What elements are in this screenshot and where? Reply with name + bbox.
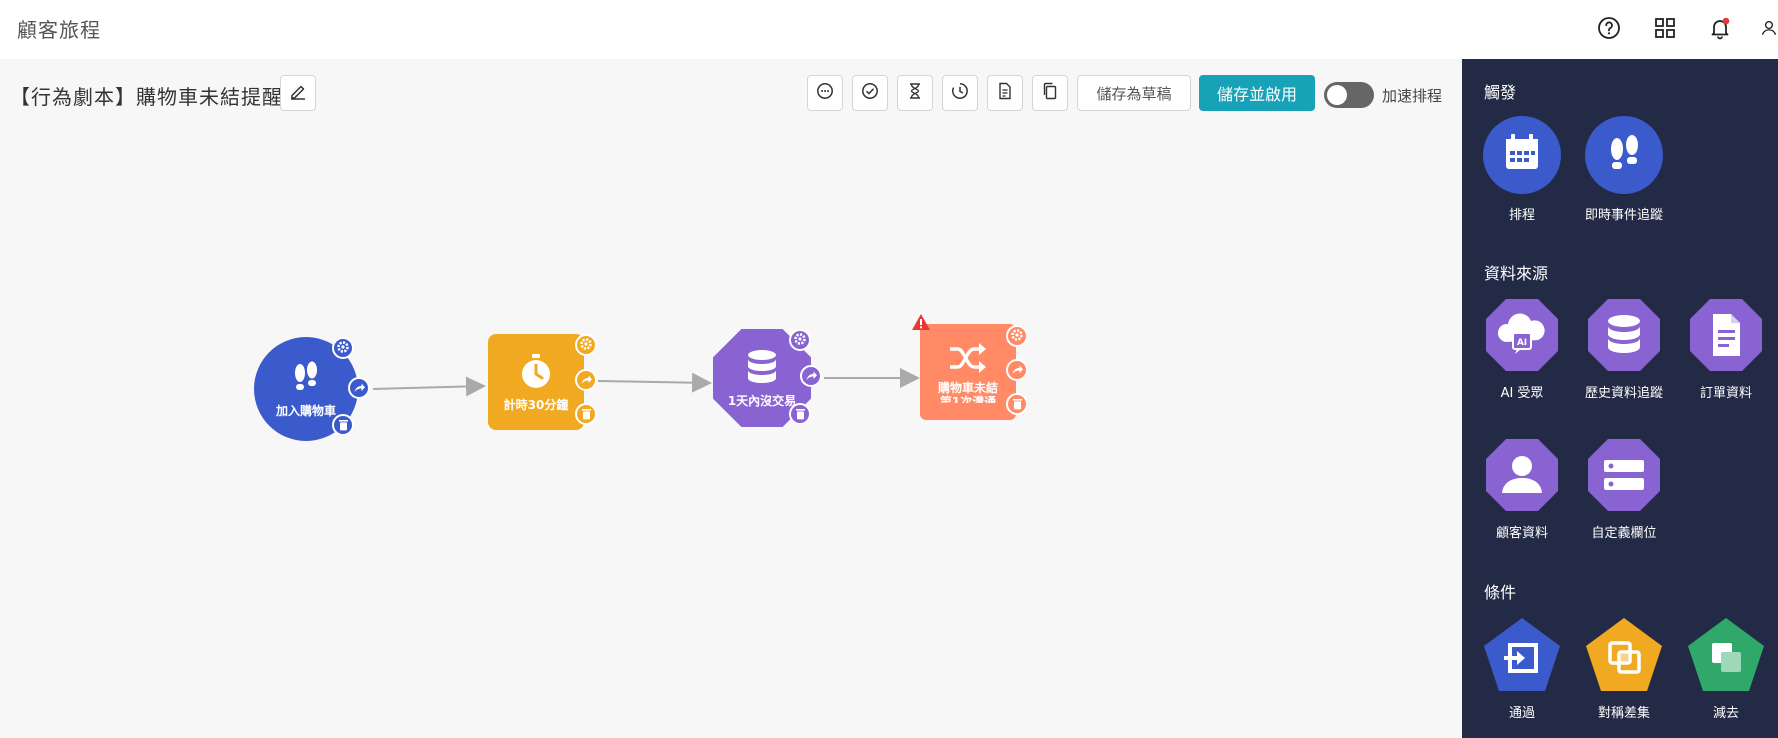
node-label: 計時30分鐘 bbox=[503, 397, 569, 412]
footprints-icon bbox=[289, 361, 323, 398]
symmetric-diff-icon bbox=[1585, 617, 1663, 697]
node-delete-button[interactable] bbox=[1006, 393, 1028, 415]
trash-icon bbox=[581, 405, 592, 424]
flow-node-timer[interactable]: 計時30分鐘 bbox=[488, 334, 584, 430]
shuffle-icon bbox=[948, 342, 988, 377]
tool-pass[interactable]: 通過 bbox=[1477, 617, 1567, 722]
node-delete-button[interactable] bbox=[789, 403, 811, 425]
tool-customer-data[interactable]: 顧客資料 bbox=[1477, 437, 1567, 542]
node-label: 1天內沒交易 bbox=[727, 393, 797, 408]
document-icon bbox=[1688, 297, 1764, 377]
connector-2-3 bbox=[597, 372, 712, 393]
database-icon bbox=[746, 349, 778, 388]
node-connect-button[interactable] bbox=[1006, 359, 1028, 381]
subtract-icon bbox=[1687, 617, 1765, 697]
trash-icon bbox=[1012, 395, 1023, 414]
gear-icon bbox=[579, 336, 593, 355]
tool-history-tracking[interactable]: 歷史資料追蹤 bbox=[1579, 297, 1669, 402]
tool-ai-audience[interactable]: AI AI 受眾 bbox=[1477, 297, 1567, 402]
gear-icon bbox=[1010, 327, 1024, 346]
section-title-sources: 資料來源 bbox=[1484, 264, 1549, 283]
node-settings-button[interactable] bbox=[332, 337, 354, 359]
node-label: 加入購物車 bbox=[275, 403, 336, 418]
flow-node-cart-reminder[interactable]: 購物車未結 第1次溝通 bbox=[920, 324, 1016, 420]
tool-symmetric-difference[interactable]: 對稱差集 bbox=[1579, 617, 1669, 722]
help-icon[interactable] bbox=[1596, 15, 1622, 41]
top-bar: 顧客旅程 bbox=[0, 0, 1778, 59]
tool-label: 減去 bbox=[1712, 706, 1739, 721]
node-settings-button[interactable] bbox=[575, 334, 597, 356]
tool-label: AI 受眾 bbox=[1500, 386, 1544, 401]
node-settings-button[interactable] bbox=[1006, 325, 1028, 347]
tool-label: 顧客資料 bbox=[1495, 526, 1548, 541]
node-connect-button[interactable] bbox=[348, 377, 370, 399]
calendar-icon bbox=[1482, 115, 1562, 199]
fields-icon bbox=[1586, 437, 1662, 517]
node-connect-button[interactable] bbox=[575, 369, 597, 391]
tool-label: 通過 bbox=[1508, 706, 1535, 721]
warning-icon bbox=[911, 313, 931, 335]
share-arrow-icon bbox=[1011, 361, 1024, 380]
tool-label: 歷史資料追蹤 bbox=[1584, 386, 1663, 401]
tool-label: 自定義欄位 bbox=[1591, 526, 1657, 541]
database-icon bbox=[1586, 297, 1662, 377]
user-icon[interactable] bbox=[1760, 15, 1778, 41]
tool-label: 排程 bbox=[1508, 208, 1535, 223]
node-delete-button[interactable] bbox=[332, 414, 354, 436]
share-arrow-icon bbox=[353, 379, 366, 398]
tool-label: 即時事件追蹤 bbox=[1584, 208, 1663, 223]
svg-text:AI: AI bbox=[1517, 338, 1527, 348]
enter-icon bbox=[1483, 617, 1561, 697]
trash-icon bbox=[338, 416, 349, 435]
flow-canvas[interactable]: 【行為劇本】購物車未結提醒 儲存為草稿 儲存並啟用 加速排程 加入購物車 計時3… bbox=[0, 59, 1462, 738]
trash-icon bbox=[795, 405, 806, 424]
gear-icon bbox=[336, 339, 350, 358]
footprints-icon bbox=[1584, 115, 1664, 199]
node-settings-button[interactable] bbox=[789, 329, 811, 351]
tool-order-data[interactable]: 訂單資料 bbox=[1681, 297, 1771, 402]
tool-label: 訂單資料 bbox=[1699, 386, 1752, 401]
gear-icon bbox=[793, 331, 807, 350]
node-connect-button[interactable] bbox=[800, 365, 822, 387]
section-title-triggers: 觸發 bbox=[1484, 83, 1517, 102]
person-icon bbox=[1484, 437, 1560, 517]
node-delete-button[interactable] bbox=[575, 403, 597, 425]
section-title-conditions: 條件 bbox=[1484, 583, 1517, 602]
stopwatch-icon bbox=[518, 353, 554, 394]
apps-grid-icon[interactable] bbox=[1652, 15, 1678, 41]
share-arrow-icon bbox=[805, 367, 818, 386]
app-title: 顧客旅程 bbox=[17, 18, 101, 42]
connector-1-2 bbox=[372, 376, 486, 397]
tool-realtime-event[interactable]: 即時事件追蹤 bbox=[1579, 115, 1669, 224]
node-label-secondary: 第1次溝通 bbox=[939, 394, 997, 403]
share-arrow-icon bbox=[580, 371, 593, 390]
tool-subtract[interactable]: 減去 bbox=[1681, 617, 1771, 722]
tool-label: 對稱差集 bbox=[1597, 706, 1650, 721]
node-label: 購物車未結 bbox=[937, 380, 998, 395]
tool-custom-fields[interactable]: 自定義欄位 bbox=[1579, 437, 1669, 542]
ai-cloud-icon: AI bbox=[1484, 297, 1560, 377]
tool-schedule[interactable]: 排程 bbox=[1477, 115, 1567, 224]
component-panel: 觸發 排程 即時事件追蹤 資料來源 AI AI 受眾 歷史資料追蹤 訂單資料 顧… bbox=[1462, 59, 1778, 738]
bell-icon[interactable] bbox=[1707, 15, 1733, 41]
